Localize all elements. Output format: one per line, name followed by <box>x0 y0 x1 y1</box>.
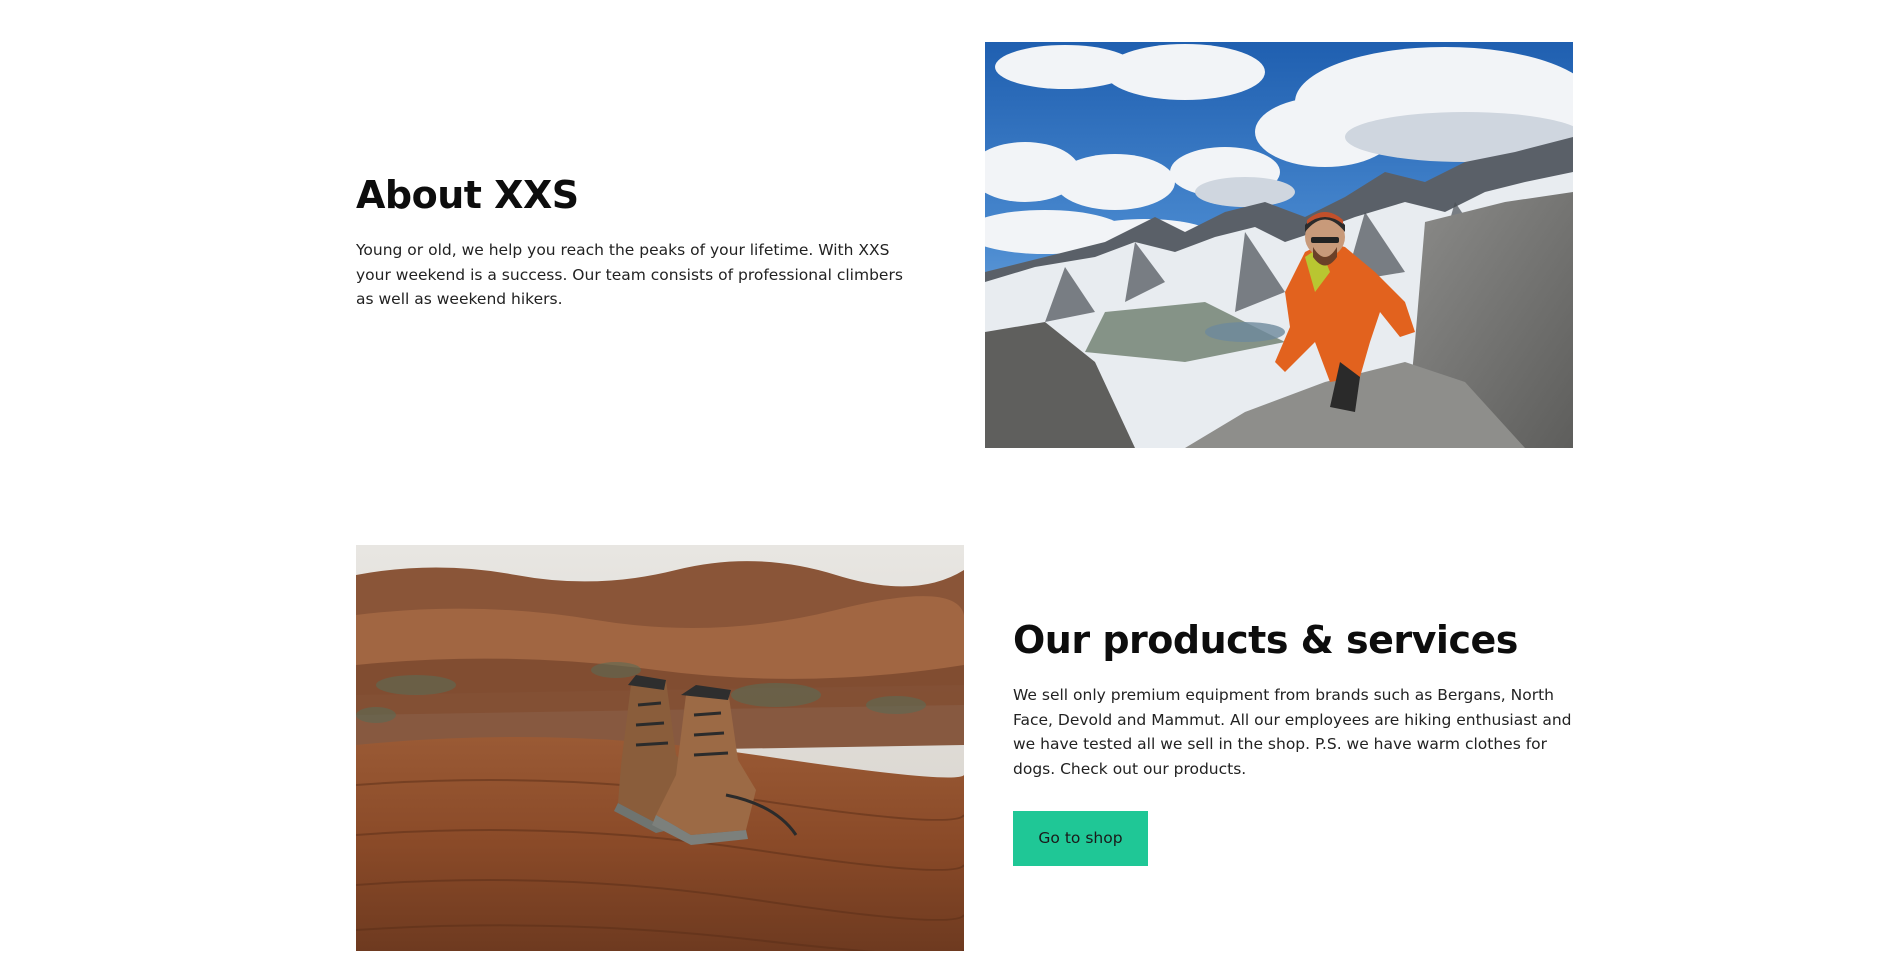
climber-mountain-image <box>985 42 1573 448</box>
products-title: Our products & services <box>1013 618 1518 662</box>
about-title: About XXS <box>356 173 579 217</box>
go-to-shop-button[interactable]: Go to shop <box>1013 811 1148 866</box>
about-section-text: About XXS Young or old, we help you reac… <box>356 172 916 312</box>
products-section-text: Our products & services We sell only pre… <box>1013 617 1573 866</box>
climber-mountain-photo <box>985 42 1573 448</box>
hiking-boots-photo <box>356 545 964 951</box>
about-description: Young or old, we help you reach the peak… <box>356 241 903 308</box>
hiking-boots-image <box>356 545 964 951</box>
products-description: We sell only premium equipment from bran… <box>1013 686 1572 778</box>
